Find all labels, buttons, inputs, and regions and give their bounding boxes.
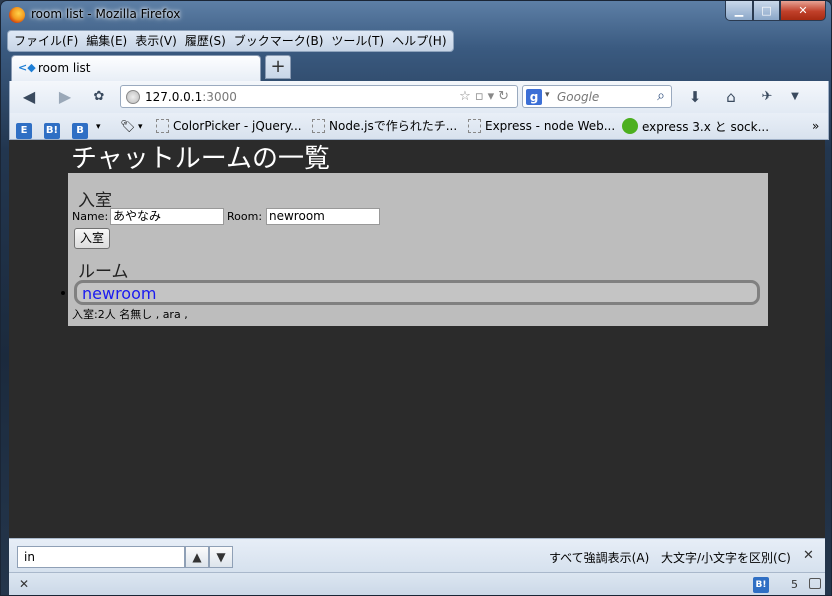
browser-window: room list - Mozilla Firefox ▁ □ ✕ ファイル(F… — [0, 0, 832, 596]
menu-help[interactable]: ヘルプ(H) — [388, 31, 450, 51]
find-bar: in ▲ ▼ すべて強調表示(A) 大文字/小文字を区別(C) ✕ — [9, 538, 825, 572]
bookmark-count: 5 — [791, 578, 798, 591]
room-info: 入室:2人 名無し , ara , — [72, 308, 188, 321]
menu-history[interactable]: 履歴(S) — [181, 31, 230, 51]
bookmark-b-plus-icon[interactable]: B — [72, 118, 92, 139]
close-window-button[interactable]: ✕ — [780, 1, 826, 21]
url-port: :3000 — [202, 90, 237, 104]
room-panel: 入室 Name: あやなみ Room: newroom 入室 ルーム newro… — [61, 173, 768, 326]
menu-file[interactable]: ファイル(F) — [10, 31, 82, 51]
bookmark-label: ColorPicker - jQuery... — [173, 119, 302, 133]
url-bar[interactable]: 127.0.0.1:3000 ☆▫▾↻ — [120, 85, 518, 108]
firefox-logo-icon — [9, 7, 25, 23]
enter-section-title: 入室 — [78, 191, 112, 211]
bookmark-colorpicker[interactable]: ColorPicker - jQuery... — [156, 118, 302, 134]
menu-view[interactable]: 表示(V) — [131, 31, 181, 51]
page-title: チャットルームの一覧 — [71, 144, 330, 174]
home-icon[interactable]: ⌂ — [720, 87, 742, 107]
downloads-icon[interactable]: ⬇ — [684, 87, 706, 107]
bookmark-e-icon[interactable]: E — [16, 118, 36, 139]
tab-favicon-icon: <◆ — [18, 61, 36, 74]
new-tab-button[interactable]: + — [265, 55, 291, 79]
window-title: room list - Mozilla Firefox — [31, 7, 181, 21]
title-bar: room list - Mozilla Firefox ▁ □ ✕ — [1, 1, 831, 29]
url-text: 127.0.0.1:3000 — [145, 90, 237, 104]
bookmark-dropdown-icon[interactable]: ▾ — [96, 119, 101, 135]
rooms-section-title: ルーム — [78, 262, 129, 282]
bookmark-nodejs[interactable]: Node.jsで作られたチ... — [312, 118, 457, 134]
search-bar[interactable]: g ▾ Google ⌕ — [522, 85, 672, 108]
search-magnifier-icon[interactable]: ⌕ — [657, 88, 665, 104]
bookmark-label: express 3.x と sock... — [642, 120, 770, 134]
status-bar: ✕ B! 5 — [9, 572, 825, 595]
bookmarks-overflow-chevron[interactable]: » — [812, 118, 819, 134]
find-next-button[interactable]: ▼ — [209, 546, 233, 568]
url-bar-icons[interactable]: ☆▫▾↻ — [459, 89, 513, 104]
empty-page-icon — [468, 119, 481, 133]
bookmark-hatena-icon[interactable]: B! — [44, 118, 64, 139]
tag-dropdown-icon[interactable]: ▾ — [138, 119, 143, 135]
engine-dropdown-icon[interactable]: ▾ — [545, 90, 550, 100]
find-input[interactable]: in — [17, 546, 185, 568]
search-placeholder: Google — [557, 90, 600, 104]
menu-bookmarks[interactable]: ブックマーク(B) — [230, 31, 328, 51]
find-close-button[interactable]: ✕ — [803, 548, 814, 563]
globe-icon — [126, 90, 140, 104]
page-content: チャットルームの一覧 入室 Name: あやなみ Room: newroom 入… — [9, 140, 825, 538]
bookmark-label: Node.jsで作られたチ... — [329, 119, 458, 133]
minimize-button[interactable]: ▁ — [725, 1, 753, 21]
bookmark-label: Express - node Web... — [485, 119, 616, 133]
menu-tools[interactable]: ツール(T) — [327, 31, 388, 51]
back-arrow-icon[interactable]: ◀ — [18, 87, 40, 107]
enter-room-button[interactable]: 入室 — [74, 228, 110, 249]
addon-bar-close-button[interactable]: ✕ — [19, 577, 29, 591]
tab-room-list[interactable]: <◆ room list — [11, 55, 261, 81]
addon-icon[interactable]: ✿ — [88, 87, 110, 107]
menu-edit[interactable]: 編集(E) — [82, 31, 131, 51]
menu-bar: ファイル(F) 編集(E) 表示(V) 履歴(S) ブックマーク(B) ツール(… — [7, 30, 454, 52]
empty-page-icon — [312, 119, 325, 133]
navigation-toolbar: ◀ ▶ ✿ 127.0.0.1:3000 ☆▫▾↻ g ▾ Google ⌕ ⬇… — [9, 81, 829, 113]
name-input[interactable]: あやなみ — [110, 208, 224, 225]
match-case-checkbox[interactable]: 大文字/小文字を区別(C) — [661, 549, 791, 566]
hatena-bookmark-icon[interactable]: B! — [753, 577, 769, 593]
google-engine-icon[interactable]: g — [526, 89, 542, 105]
bookmark-express-socket[interactable]: express 3.x と sock... — [622, 118, 769, 135]
tag-icon[interactable]: 🏷︎ — [120, 118, 135, 134]
url-host: 127.0.0.1 — [145, 90, 203, 104]
room-input[interactable]: newroom — [266, 208, 380, 225]
comment-icon[interactable] — [809, 578, 821, 589]
name-label: Name: — [72, 210, 109, 223]
empty-page-icon — [156, 119, 169, 133]
tab-strip: <◆ room list + — [9, 55, 829, 81]
room-name[interactable]: newroom — [82, 284, 156, 303]
maximize-button[interactable]: □ — [753, 1, 780, 21]
extension-icon[interactable]: ✈ — [756, 87, 778, 107]
toolbar-menu-icon[interactable]: ▼ — [784, 87, 806, 107]
forward-arrow-icon[interactable]: ▶ — [54, 87, 76, 107]
bookmark-express[interactable]: Express - node Web... — [468, 118, 615, 134]
green-circle-icon — [622, 118, 638, 134]
list-bullet — [61, 291, 65, 295]
find-previous-button[interactable]: ▲ — [185, 546, 209, 568]
bookmarks-toolbar: E B! B ▾ 🏷︎ ▾ ColorPicker - jQuery... No… — [9, 113, 829, 140]
highlight-all-button[interactable]: すべて強調表示(A) — [549, 549, 649, 566]
room-label: Room: — [227, 210, 263, 223]
tab-title: room list — [38, 61, 91, 75]
room-link-newroom[interactable]: newroom — [74, 280, 760, 305]
